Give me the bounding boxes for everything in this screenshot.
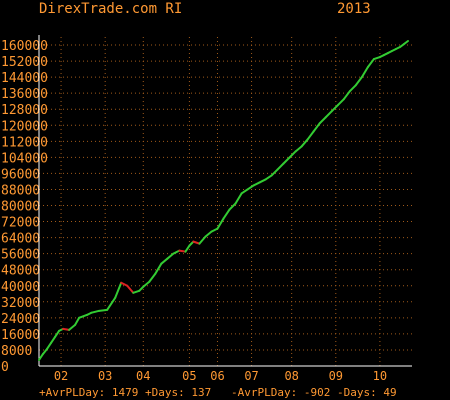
x-tick-label: 10: [373, 369, 387, 383]
y-tick-label: 64000: [1, 232, 40, 247]
y-tick-label: 112000: [1, 135, 48, 150]
y-tick-label: 104000: [1, 151, 48, 166]
y-tick-label: 144000: [1, 71, 48, 86]
x-tick-label: 09: [329, 369, 343, 383]
chart-background: [0, 0, 450, 400]
y-tick-label: 88000: [1, 183, 40, 198]
y-tick-label: 136000: [1, 87, 48, 102]
y-tick-label: 0: [1, 360, 9, 375]
y-tick-label: 8000: [1, 344, 32, 359]
chart-year: 2013: [337, 1, 371, 17]
y-tick-label: 40000: [1, 280, 40, 295]
y-tick-label: 32000: [1, 296, 40, 311]
x-tick-label: 07: [244, 369, 258, 383]
y-tick-label: 160000: [1, 39, 48, 54]
chart-footer-stats: +AvrPLDay: 1479 +Days: 137 -AvrPLDay: -9…: [39, 386, 397, 399]
y-tick-label: 152000: [1, 55, 48, 70]
series-segment: [98, 308, 109, 312]
x-tick-label: 05: [182, 369, 196, 383]
y-tick-label: 56000: [1, 248, 40, 263]
chart-title: DirexTrade.com RI: [39, 1, 182, 17]
x-tick-label: 04: [136, 369, 150, 383]
equity-chart: DirexTrade.com RI 2013 08000160002400032…: [0, 0, 450, 400]
y-tick-label: 48000: [1, 264, 40, 279]
y-tick-label: 72000: [1, 216, 40, 231]
x-tick-label: 03: [98, 369, 112, 383]
x-tick-label: 08: [284, 369, 298, 383]
y-tick-label: 16000: [1, 328, 40, 343]
y-tick-label: 96000: [1, 167, 40, 182]
y-tick-label: 128000: [1, 103, 48, 118]
y-tick-label: 120000: [1, 119, 48, 134]
y-tick-label: 80000: [1, 200, 40, 215]
x-tick-label: 02: [54, 369, 68, 383]
y-tick-label: 24000: [1, 312, 40, 327]
x-axis-tick-labels: 02 03 04 05 06 07 08 09 10: [54, 369, 387, 383]
x-tick-label: 06: [210, 369, 224, 383]
